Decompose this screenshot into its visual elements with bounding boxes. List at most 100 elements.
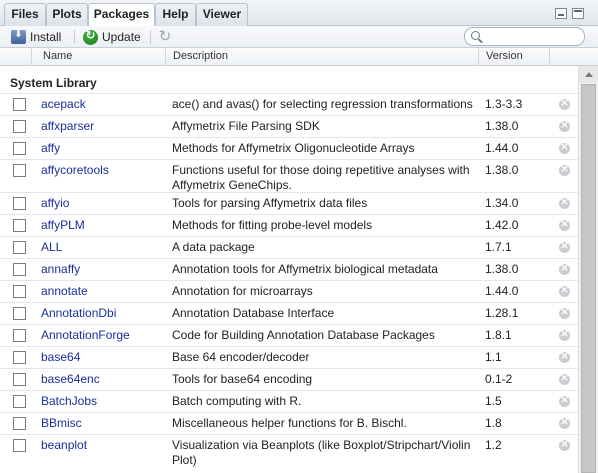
package-load-checkbox[interactable] <box>13 373 26 386</box>
package-name-link[interactable]: affyio <box>41 196 69 210</box>
remove-package-icon[interactable] <box>559 118 570 132</box>
package-name-link[interactable]: BatchJobs <box>41 394 97 408</box>
package-name-link[interactable]: affycoretools <box>41 163 109 177</box>
column-header-version[interactable]: Version <box>486 50 523 62</box>
package-name-link[interactable]: annotate <box>41 284 88 298</box>
package-row: affyio Tools for parsing Affymetrix data … <box>0 192 578 214</box>
scroll-up-arrow-icon[interactable] <box>579 66 598 83</box>
package-name-link[interactable]: affy <box>41 141 60 155</box>
remove-package-icon[interactable] <box>559 261 570 275</box>
package-row: beanplot Visualization via Beanplots (lik… <box>0 434 578 467</box>
tab-help[interactable]: Help <box>155 3 196 26</box>
package-description: Batch computing with R. <box>172 394 302 408</box>
package-name-link[interactable]: affxparser <box>41 119 94 133</box>
tab-packages[interactable]: Packages <box>88 3 155 27</box>
package-description: Functions useful for those doing repetit… <box>172 163 470 192</box>
package-row: base64 Base 64 encoder/decoder 1.1 <box>0 346 578 368</box>
search-input[interactable] <box>485 29 579 44</box>
package-description: Methods for fitting probe-level models <box>172 218 373 232</box>
column-header-description[interactable]: Description <box>173 50 228 62</box>
package-load-checkbox[interactable] <box>13 395 26 408</box>
install-icon <box>11 29 26 44</box>
package-load-checkbox[interactable] <box>13 219 26 232</box>
remove-package-icon[interactable] <box>559 239 570 253</box>
remove-package-icon[interactable] <box>559 349 570 363</box>
tab-plots[interactable]: Plots <box>46 3 88 26</box>
minimize-pane-icon[interactable] <box>555 8 567 19</box>
package-load-checkbox[interactable] <box>13 307 26 320</box>
column-divider <box>165 48 166 66</box>
package-load-checkbox[interactable] <box>13 164 26 177</box>
package-row: annotate Annotation for microarrays 1.44.0 <box>0 280 578 302</box>
column-divider <box>478 48 479 66</box>
package-name-link[interactable]: base64 <box>41 350 80 364</box>
toolbar-separator <box>74 30 75 44</box>
refresh-icon[interactable]: ↻ <box>157 27 173 45</box>
package-table-header: Name Description Version <box>0 48 598 66</box>
package-load-checkbox[interactable] <box>13 439 26 452</box>
packages-toolbar: Install Update ↻ <box>0 26 598 48</box>
remove-package-icon[interactable] <box>559 283 570 297</box>
package-description: Tools for parsing Affymetrix data files <box>172 196 368 210</box>
update-label: Update <box>102 30 141 44</box>
package-load-checkbox[interactable] <box>13 142 26 155</box>
remove-package-icon[interactable] <box>559 217 570 231</box>
remove-package-icon[interactable] <box>559 393 570 407</box>
remove-package-icon[interactable] <box>559 415 570 429</box>
tab-files[interactable]: Files <box>4 3 46 26</box>
package-name-link[interactable]: base64enc <box>41 372 100 386</box>
package-load-checkbox[interactable] <box>13 285 26 298</box>
remove-package-icon[interactable] <box>559 371 570 385</box>
package-description: Miscellaneous helper functions for B. Bi… <box>172 416 407 430</box>
update-icon <box>83 28 98 45</box>
package-row: BBmisc Miscellaneous helper functions for… <box>0 412 578 434</box>
package-version: 1.42.0 <box>485 218 519 232</box>
package-name-link[interactable]: annaffy <box>41 262 80 276</box>
package-row: BatchJobs Batch computing with R. 1.5 <box>0 390 578 412</box>
package-load-checkbox[interactable] <box>13 329 26 342</box>
package-load-checkbox[interactable] <box>13 120 26 133</box>
package-load-checkbox[interactable] <box>13 241 26 254</box>
package-version: 1.5 <box>485 394 502 408</box>
package-name-link[interactable]: affyPLM <box>41 218 85 232</box>
package-load-checkbox[interactable] <box>13 263 26 276</box>
scroll-thumb[interactable] <box>581 84 596 473</box>
package-description: Code for Building Annotation Database Pa… <box>172 328 435 342</box>
section-title: System Library <box>10 76 97 90</box>
package-list: System Library acepack ace() and avas() f… <box>0 66 578 473</box>
package-version: 1.38.0 <box>485 163 519 177</box>
package-name-link[interactable]: AnnotationForge <box>41 328 130 342</box>
package-load-checkbox[interactable] <box>13 98 26 111</box>
package-row: base64enc Tools for base64 encoding 0.1-2 <box>0 368 578 390</box>
remove-package-icon[interactable] <box>559 437 570 451</box>
update-button[interactable]: Update <box>83 28 141 46</box>
package-row: ALL A data package 1.7.1 <box>0 236 578 258</box>
package-name-link[interactable]: beanplot <box>41 438 87 452</box>
package-name-link[interactable]: ALL <box>41 240 62 254</box>
package-row: affxparser Affymetrix File Parsing SDK 1.3… <box>0 115 578 137</box>
remove-package-icon[interactable] <box>559 140 570 154</box>
vertical-scrollbar[interactable] <box>578 66 598 473</box>
package-search-box[interactable] <box>464 27 585 46</box>
package-version: 1.2 <box>485 438 502 452</box>
remove-package-icon[interactable] <box>559 327 570 341</box>
remove-package-icon[interactable] <box>559 162 570 176</box>
package-version: 1.28.1 <box>485 306 519 320</box>
remove-package-icon[interactable] <box>559 305 570 319</box>
column-header-name[interactable]: Name <box>43 50 72 62</box>
package-name-link[interactable]: BBmisc <box>41 416 82 430</box>
package-load-checkbox[interactable] <box>13 417 26 430</box>
package-version: 1.38.0 <box>485 119 519 133</box>
install-button[interactable]: Install <box>11 28 61 46</box>
remove-package-icon[interactable] <box>559 96 570 110</box>
package-name-link[interactable]: AnnotationDbi <box>41 306 116 320</box>
package-name-link[interactable]: acepack <box>41 97 86 111</box>
remove-package-icon[interactable] <box>559 195 570 209</box>
package-description: ace() and avas() for selecting regressio… <box>172 97 473 111</box>
tab-viewer[interactable]: Viewer <box>196 3 248 26</box>
maximize-pane-icon[interactable] <box>572 8 584 19</box>
package-load-checkbox[interactable] <box>13 351 26 364</box>
package-load-checkbox[interactable] <box>13 197 26 210</box>
package-version: 1.7.1 <box>485 240 512 254</box>
package-version: 1.3-3.3 <box>485 97 523 111</box>
